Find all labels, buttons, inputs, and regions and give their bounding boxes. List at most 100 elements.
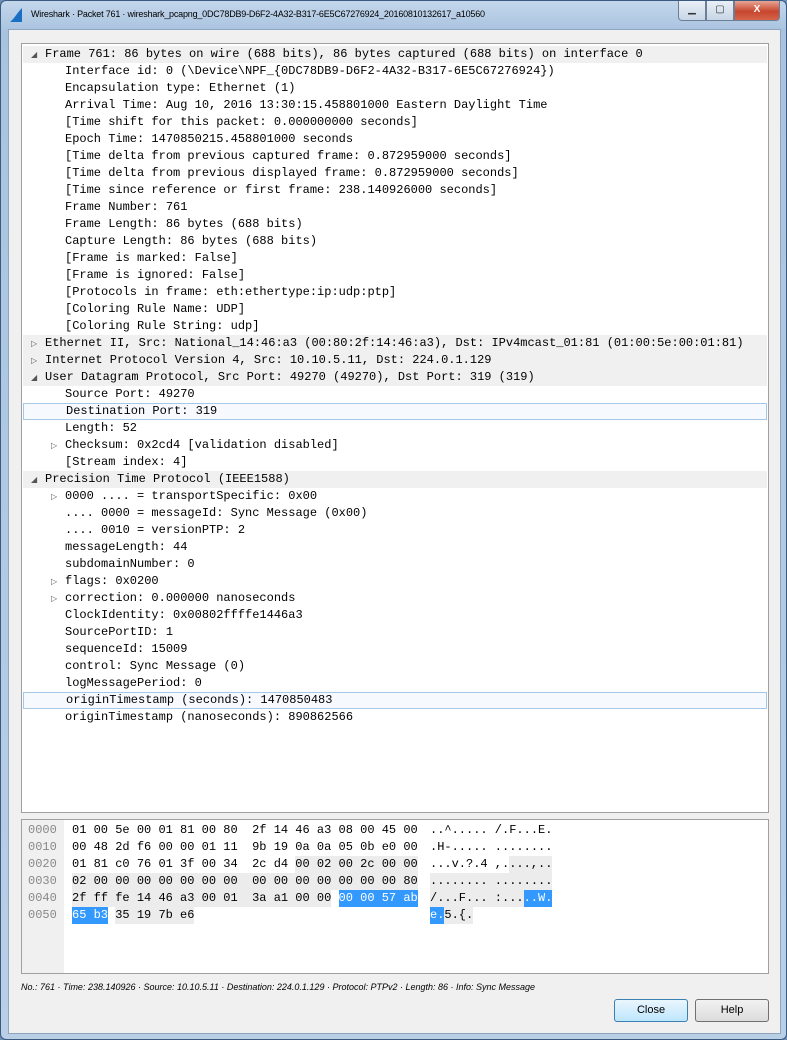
expand-arrow-icon[interactable]: ▷ xyxy=(31,335,41,352)
tree-item[interactable]: [Stream index: 4] xyxy=(23,454,767,471)
hex-byte[interactable]: 00 xyxy=(381,873,404,890)
hex-byte[interactable]: 19 xyxy=(274,839,296,856)
tree-item[interactable]: [Time delta from previous displayed fram… xyxy=(23,165,767,182)
hex-byte[interactable]: 81 xyxy=(94,856,116,873)
tree-item[interactable]: Capture Length: 86 bytes (688 bits) xyxy=(23,233,767,250)
hex-byte[interactable]: 00 xyxy=(180,873,202,890)
hex-byte[interactable]: 46 xyxy=(158,890,181,907)
hex-byte[interactable]: 48 xyxy=(94,839,116,856)
expand-arrow-icon[interactable]: ▷ xyxy=(51,573,61,590)
hex-byte[interactable]: 76 xyxy=(137,856,159,873)
hex-byte[interactable]: 05 xyxy=(339,839,361,856)
hex-byte[interactable]: 00 xyxy=(381,856,404,873)
packet-details-tree[interactable]: ◢ Frame 761: 86 bytes on wire (688 bits),… xyxy=(21,43,769,813)
hex-bytes-line[interactable]: 65 b3 35 19 7b e6 xyxy=(72,907,195,924)
tree-item[interactable]: Destination Port: 319 xyxy=(23,403,767,420)
hex-byte[interactable]: 3a xyxy=(252,890,274,907)
hex-byte[interactable]: 81 xyxy=(180,822,202,839)
hex-byte[interactable]: 9b xyxy=(252,839,274,856)
tree-item[interactable]: [Protocols in frame: eth:ethertype:ip:ud… xyxy=(23,284,767,301)
hex-ascii-line[interactable]: ........ ........ xyxy=(430,873,552,890)
hex-bytes-line[interactable]: 01 00 5e 00 01 81 00 80 2f 14 46 a3 08 0… xyxy=(72,822,418,839)
hex-byte[interactable]: 00 xyxy=(403,839,417,856)
hex-byte[interactable]: 00 xyxy=(403,822,417,839)
hex-byte[interactable]: 19 xyxy=(136,907,159,924)
ascii-selected-char[interactable]: . xyxy=(437,907,444,924)
hex-byte[interactable]: a3 xyxy=(180,890,202,907)
hex-byte[interactable]: c0 xyxy=(115,856,137,873)
hex-bytes-line[interactable]: 01 81 c0 76 01 3f 00 34 2c d4 00 02 00 2… xyxy=(72,856,418,873)
tree-item[interactable]: [Coloring Rule String: udp] xyxy=(23,318,767,335)
collapse-arrow-icon[interactable]: ◢ xyxy=(31,471,41,488)
tree-item[interactable]: [Time shift for this packet: 0.000000000… xyxy=(23,114,767,131)
ascii-selected-char[interactable]: . xyxy=(530,890,538,907)
hex-byte[interactable]: 0b xyxy=(360,839,382,856)
hex-byte[interactable]: 14 xyxy=(136,890,159,907)
hex-byte[interactable]: 00 xyxy=(295,873,317,890)
hex-byte[interactable]: 00 xyxy=(201,890,224,907)
hex-byte[interactable]: 5e xyxy=(115,822,137,839)
hex-byte[interactable]: 00 xyxy=(252,873,274,890)
hex-byte[interactable]: 00 xyxy=(295,856,317,873)
ascii-selected-char[interactable]: W xyxy=(538,890,545,907)
hex-byte[interactable]: 0a xyxy=(317,839,339,856)
hex-byte[interactable]: 01 xyxy=(223,890,253,907)
hex-ascii-line[interactable]: ..^..... /.F...E. xyxy=(430,822,552,839)
hex-byte[interactable]: 2f xyxy=(72,890,94,907)
hex-byte[interactable]: 00 xyxy=(202,822,224,839)
tree-item[interactable]: ClockIdentity: 0x00802ffffe1446a3 xyxy=(23,607,767,624)
hex-byte[interactable]: 00 xyxy=(338,856,361,873)
ascii-selected-char[interactable]: . xyxy=(523,890,531,907)
close-window-button[interactable]: X xyxy=(734,1,780,21)
hex-byte[interactable]: 57 xyxy=(381,890,404,907)
tree-item[interactable]: control: Sync Message (0) xyxy=(23,658,767,675)
hex-byte[interactable]: 00 xyxy=(136,873,159,890)
tree-item[interactable]: Encapsulation type: Ethernet (1) xyxy=(23,80,767,97)
hex-byte[interactable]: 00 xyxy=(338,873,361,890)
hex-byte[interactable]: 14 xyxy=(274,822,296,839)
hex-byte[interactable]: b3 xyxy=(93,907,109,924)
hex-byte[interactable]: 00 xyxy=(223,873,253,890)
hex-byte[interactable]: 00 xyxy=(360,890,382,907)
help-button[interactable]: Help xyxy=(695,999,769,1022)
hex-ascii-line[interactable]: .H-..... ........ xyxy=(430,839,552,856)
hex-byte[interactable]: 3f xyxy=(180,856,202,873)
close-button[interactable]: Close xyxy=(614,999,688,1022)
tree-item[interactable]: ▷ flags: 0x0200 xyxy=(23,573,767,590)
tree-item[interactable]: Length: 52 xyxy=(23,420,767,437)
hex-byte[interactable]: 0a xyxy=(295,839,317,856)
tree-item[interactable]: ▷ correction: 0.000000 nanoseconds xyxy=(23,590,767,607)
collapse-arrow-icon[interactable]: ◢ xyxy=(31,369,41,386)
expand-arrow-icon[interactable]: ▷ xyxy=(51,590,61,607)
tree-item[interactable]: ▷ 0000 .... = transportSpecific: 0x00 xyxy=(23,488,767,505)
packet-bytes-pane[interactable]: 0000 01 00 5e 00 01 81 00 80 2f 14 46 a3 … xyxy=(21,819,769,974)
hex-byte[interactable]: d4 xyxy=(274,856,288,873)
collapse-arrow-icon[interactable]: ◢ xyxy=(31,46,41,63)
hex-byte[interactable]: ab xyxy=(403,890,418,907)
hex-byte[interactable]: 2f xyxy=(252,822,274,839)
hex-byte[interactable]: 01 xyxy=(72,822,94,839)
expand-arrow-icon[interactable]: ▷ xyxy=(51,488,61,505)
tree-item[interactable]: Arrival Time: Aug 10, 2016 13:30:15.4588… xyxy=(23,97,767,114)
hex-byte[interactable]: 46 xyxy=(295,822,317,839)
hex-byte[interactable]: 2c xyxy=(252,856,274,873)
hex-byte[interactable]: 35 xyxy=(115,907,137,924)
hex-byte[interactable]: 00 xyxy=(295,890,317,907)
hex-byte[interactable]: 34 xyxy=(223,856,252,873)
hex-byte[interactable]: 00 xyxy=(316,890,332,907)
hex-byte[interactable]: 01 xyxy=(72,856,94,873)
hex-byte[interactable]: 00 xyxy=(403,856,418,873)
expand-arrow-icon[interactable]: ▷ xyxy=(51,437,61,454)
tree-item[interactable]: ▷ Ethernet II, Src: National_14:46:a3 (00… xyxy=(23,335,767,352)
tree-item[interactable]: SourcePortID: 1 xyxy=(23,624,767,641)
hex-byte[interactable]: 2d xyxy=(115,839,137,856)
minimize-button[interactable]: ▁ xyxy=(678,1,706,21)
hex-byte[interactable]: 00 xyxy=(94,822,116,839)
hex-byte[interactable]: 02 xyxy=(72,873,94,890)
hex-bytes-line[interactable]: 2f ff fe 14 46 a3 00 01 3a a1 00 00 00 0… xyxy=(72,890,418,907)
hex-byte[interactable]: a1 xyxy=(273,890,296,907)
hex-byte[interactable]: 01 xyxy=(158,856,180,873)
hex-bytes-line[interactable]: 02 00 00 00 00 00 00 00 00 00 00 00 00 0… xyxy=(72,873,418,890)
tree-item[interactable]: Frame Number: 761 xyxy=(23,199,767,216)
hex-byte[interactable]: 80 xyxy=(403,873,418,890)
